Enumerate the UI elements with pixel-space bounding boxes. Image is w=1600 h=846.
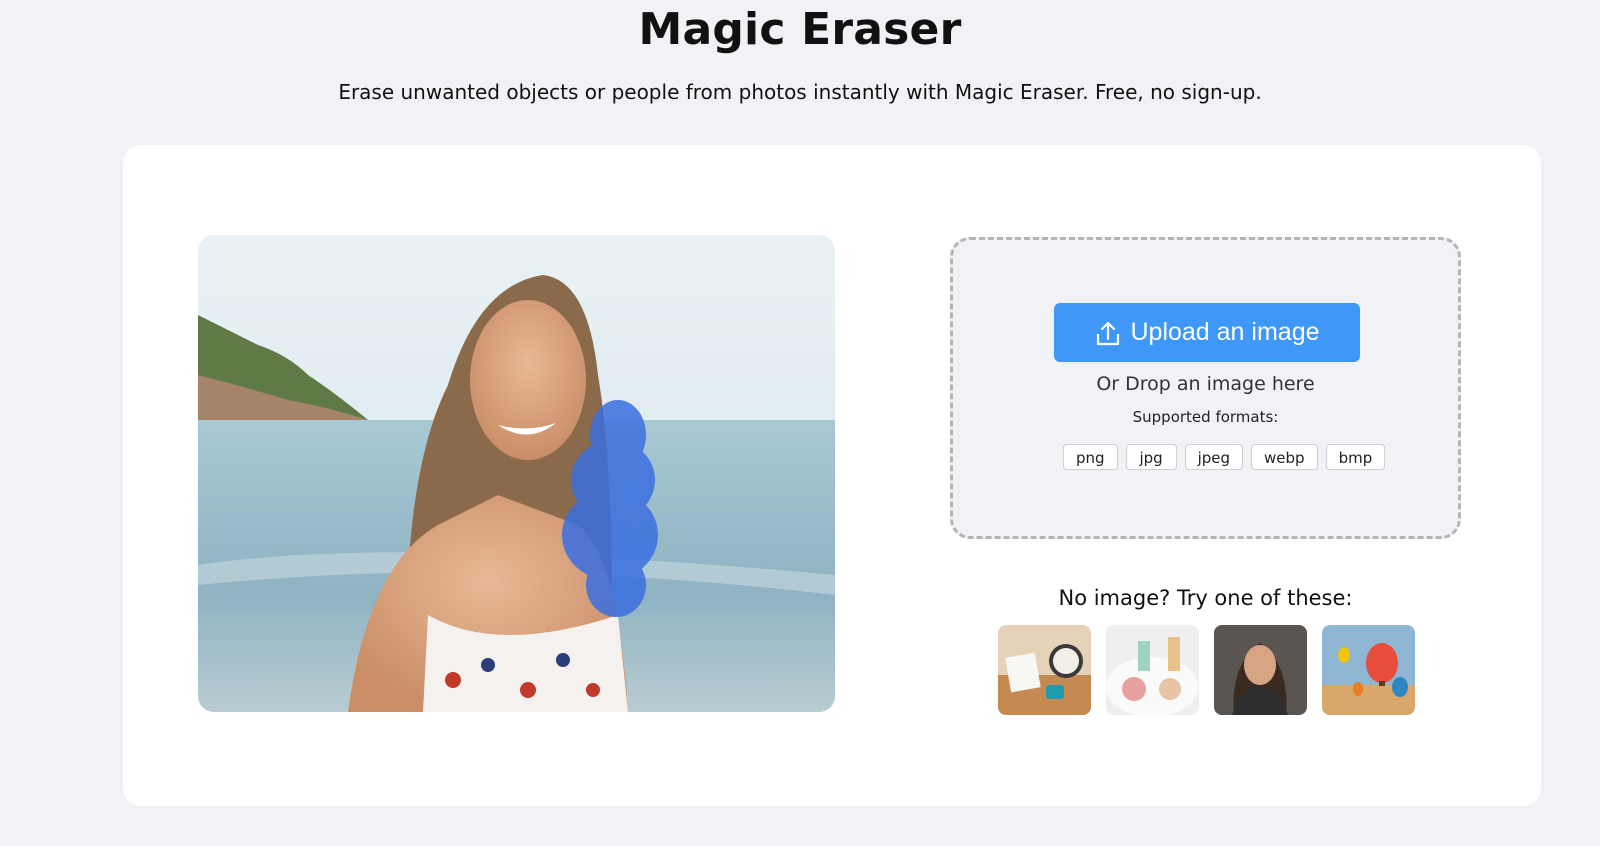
format-tag-jpeg: jpeg bbox=[1184, 444, 1244, 470]
format-tag-png: png bbox=[1063, 444, 1118, 470]
supported-formats-label: Supported formats: bbox=[1132, 408, 1279, 426]
drop-text: Or Drop an image here bbox=[1096, 373, 1315, 395]
sample-desk-clock-thumbnail[interactable] bbox=[998, 625, 1091, 715]
page-subtitle: Erase unwanted objects or people from ph… bbox=[338, 80, 1262, 104]
format-tag-webp: webp bbox=[1251, 444, 1318, 470]
format-tag-bmp: bmp bbox=[1325, 444, 1386, 470]
sample-woman-portrait-thumbnail[interactable] bbox=[1214, 625, 1307, 715]
hero-image bbox=[198, 235, 835, 712]
samples-title: No image? Try one of these: bbox=[1058, 586, 1353, 610]
upload-icon bbox=[1097, 321, 1120, 345]
upload-button-label: Upload an image bbox=[1130, 318, 1320, 346]
page-title: Magic Eraser bbox=[638, 4, 962, 55]
sample-images bbox=[998, 625, 1415, 715]
format-tag-jpg: jpg bbox=[1125, 444, 1177, 470]
sample-hot-air-balloons-thumbnail[interactable] bbox=[1322, 625, 1415, 715]
hero-photo-illustration bbox=[198, 235, 835, 712]
sample-cosmetics-thumbnail[interactable] bbox=[1106, 625, 1199, 715]
upload-button[interactable]: Upload an image bbox=[1054, 303, 1360, 362]
format-tags: png jpg jpeg webp bmp bbox=[1063, 444, 1386, 470]
